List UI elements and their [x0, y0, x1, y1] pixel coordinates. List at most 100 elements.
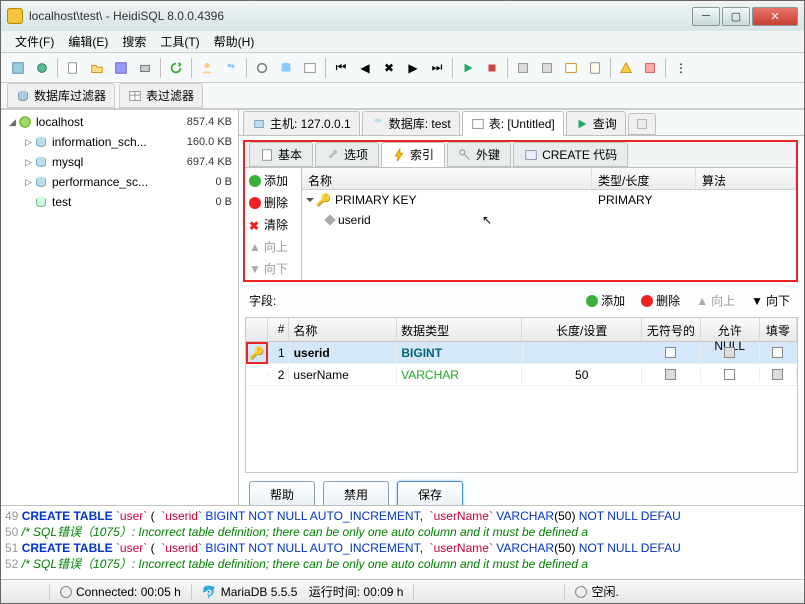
tree-db-test[interactable]: ▷ test 0 B [3, 192, 236, 212]
minimize-button[interactable]: ─ [692, 7, 720, 26]
tool-cancel-icon[interactable]: ✖ [378, 57, 400, 79]
zerofill-checkbox[interactable] [772, 347, 783, 358]
subtab-create-code[interactable]: CREATE 代码 [513, 142, 628, 167]
tool-print-icon[interactable] [134, 57, 156, 79]
tool-open-icon[interactable] [86, 57, 108, 79]
tab-database[interactable]: 数据库: test [362, 111, 460, 136]
disable-button[interactable]: 禁用 [323, 481, 389, 505]
col-header-key[interactable] [246, 318, 268, 341]
expand-icon[interactable]: ▷ [23, 177, 34, 188]
tree-root[interactable]: ◢ localhost 857.4 KB [3, 112, 236, 132]
expand-icon[interactable]: ▷ [23, 157, 34, 168]
menu-tools[interactable]: 工具(T) [154, 31, 205, 52]
field-down-button[interactable]: ▼向下 [747, 290, 794, 311]
index-clear-button[interactable]: ✖清除 [247, 214, 299, 235]
col-length[interactable] [523, 351, 642, 355]
col-header-type[interactable]: 数据类型 [397, 318, 522, 341]
tool-user-icon[interactable] [196, 57, 218, 79]
index-row-primary-key[interactable]: 🔑PRIMARY KEY PRIMARY [302, 190, 796, 210]
field-add-button[interactable]: 添加 [582, 290, 629, 311]
tool-new-file-icon[interactable] [62, 57, 84, 79]
tree-db-information-schema[interactable]: ▷ information_sch... 160.0 KB [3, 132, 236, 152]
col-header-name[interactable]: 名称 [289, 318, 397, 341]
tool-alert-icon[interactable] [615, 57, 637, 79]
col-length[interactable]: 50 [522, 366, 641, 384]
subtab-options[interactable]: 选项 [315, 142, 379, 167]
tool-import-icon[interactable] [536, 57, 558, 79]
maximize-button[interactable]: ▢ [722, 7, 750, 26]
field-delete-button[interactable]: 删除 [637, 290, 684, 311]
tool-save-icon[interactable] [110, 57, 132, 79]
column-row-username[interactable]: 2 userName VARCHAR 50 [246, 364, 797, 386]
tool-refresh-icon[interactable] [165, 57, 187, 79]
null-checkbox[interactable] [724, 347, 735, 358]
tab-new[interactable] [628, 113, 656, 135]
close-button[interactable]: ✕ [752, 7, 798, 26]
tool-next-icon[interactable]: ▶ [402, 57, 424, 79]
tool-table-icon[interactable] [299, 57, 321, 79]
tool-export-icon[interactable] [512, 57, 534, 79]
menu-file[interactable]: 文件(F) [9, 31, 60, 52]
tab-host[interactable]: 主机: 127.0.0.1 [243, 111, 360, 136]
subtab-indexes[interactable]: 索引 [381, 142, 445, 167]
col-type[interactable]: VARCHAR [397, 366, 522, 384]
sql-log[interactable]: 49 CREATE TABLE `user` ( `userid` BIGINT… [1, 505, 804, 579]
tool-log-icon[interactable] [639, 57, 661, 79]
save-button[interactable]: 保存 [397, 481, 463, 505]
sql-icon [524, 148, 538, 162]
tree-db-performance-schema[interactable]: ▷ performance_sc... 0 B [3, 172, 236, 192]
col-header-length[interactable]: 长度/设置 [522, 318, 641, 341]
tool-new-icon[interactable] [7, 57, 29, 79]
tool-prev-icon[interactable]: ◀ [354, 57, 376, 79]
tool-users-icon[interactable] [220, 57, 242, 79]
tool-stop-icon[interactable] [481, 57, 503, 79]
tree-db-mysql[interactable]: ▷ mysql 697.4 KB [3, 152, 236, 172]
col-header-num[interactable]: # [268, 318, 290, 341]
index-add-button[interactable]: 添加 [247, 170, 299, 191]
null-checkbox[interactable] [724, 369, 735, 380]
expand-icon[interactable] [306, 198, 314, 202]
zerofill-checkbox[interactable] [772, 369, 783, 380]
index-header-type[interactable]: 类型/长度 [592, 168, 696, 189]
col-type[interactable]: BIGINT [397, 344, 522, 362]
tool-script-icon[interactable] [584, 57, 606, 79]
table-editor-tabs: 基本 选项 索引 外键 CREATE 代码 [245, 142, 796, 168]
col-header-unsigned[interactable]: 无符号的 [642, 318, 701, 341]
expand-icon[interactable]: ▷ [23, 137, 34, 148]
tool-settings-icon[interactable] [251, 57, 273, 79]
unsigned-checkbox[interactable] [665, 369, 676, 380]
col-header-zerofill[interactable]: 填零 [760, 318, 797, 341]
subtab-foreign-keys[interactable]: 外键 [447, 142, 511, 167]
index-header-name[interactable]: 名称 [302, 168, 592, 189]
menu-edit[interactable]: 编辑(E) [62, 31, 114, 52]
index-header-algorithm[interactable]: 算法 [696, 168, 796, 189]
database-filter-tab[interactable]: 数据库过滤器 [7, 83, 115, 108]
sql-type: VARCHAR [496, 509, 554, 523]
tab-query[interactable]: 查询 [566, 111, 626, 136]
column-grid-header: # 名称 数据类型 长度/设置 无符号的 允许NULL 填零 [246, 318, 797, 342]
column-row-userid[interactable]: 🔑 1 userid BIGINT [246, 342, 797, 364]
column-grid[interactable]: # 名称 数据类型 长度/设置 无符号的 允许NULL 填零 🔑 1 useri… [245, 317, 798, 473]
tool-calendar-icon[interactable] [560, 57, 582, 79]
col-name[interactable]: userName [289, 366, 397, 384]
table-filter-tab[interactable]: 表过滤器 [119, 83, 203, 108]
tool-first-icon[interactable]: ⏮ [330, 57, 352, 79]
tool-db-icon[interactable] [275, 57, 297, 79]
col-header-null[interactable]: 允许NULL [701, 318, 760, 341]
unsigned-checkbox[interactable] [665, 347, 676, 358]
menu-search[interactable]: 搜索 [116, 31, 152, 52]
collapse-icon[interactable]: ◢ [7, 117, 18, 128]
menu-help[interactable]: 帮助(H) [208, 31, 261, 52]
tool-connect-icon[interactable] [31, 57, 53, 79]
index-delete-button[interactable]: 删除 [247, 192, 299, 213]
tool-last-icon[interactable]: ⏭ [426, 57, 448, 79]
col-name[interactable]: userid [290, 344, 398, 362]
index-grid[interactable]: 名称 类型/长度 算法 🔑PRIMARY KEY PRIMARY userid … [301, 168, 796, 280]
subtab-basic[interactable]: 基本 [249, 142, 313, 167]
help-button[interactable]: 帮助 [249, 481, 315, 505]
tool-more-icon[interactable]: ⋮ [670, 57, 692, 79]
object-tree[interactable]: ◢ localhost 857.4 KB ▷ information_sch..… [1, 110, 239, 505]
index-column-row[interactable]: userid ↖ [302, 210, 796, 230]
tool-run-icon[interactable] [457, 57, 479, 79]
tab-table[interactable]: 表: [Untitled] [462, 111, 564, 136]
